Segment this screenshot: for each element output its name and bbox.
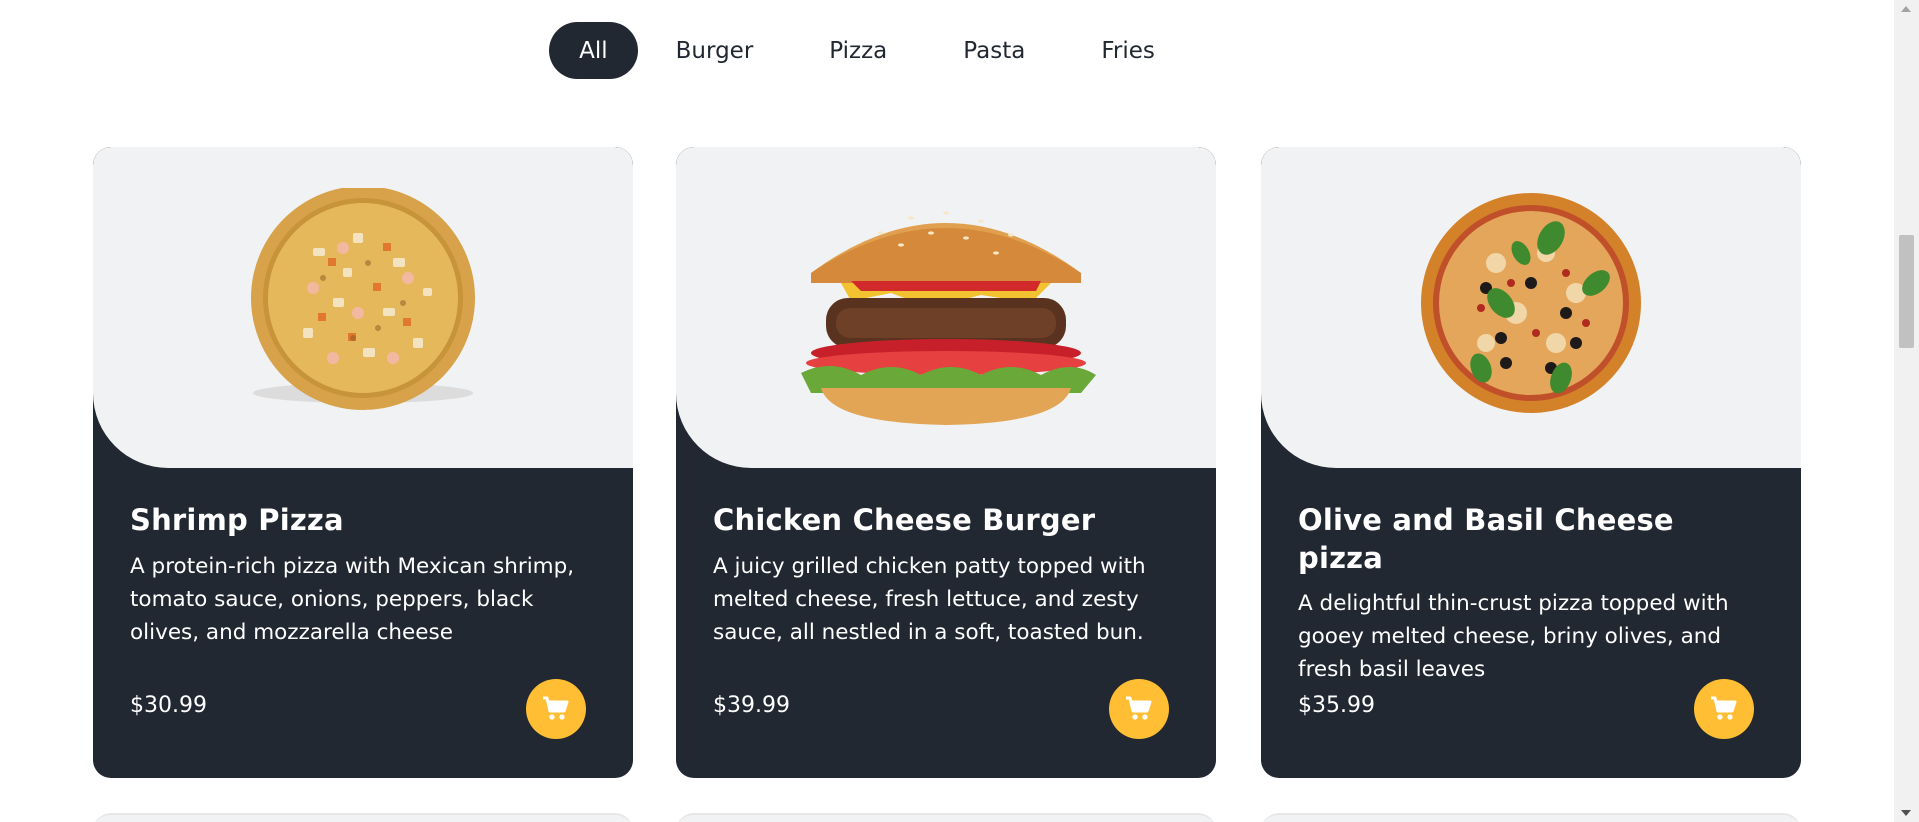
next-row-card bbox=[676, 813, 1216, 822]
card-title: Olive and Basil Cheese pizza bbox=[1298, 503, 1674, 575]
card-title: Shrimp Pizza bbox=[130, 503, 344, 537]
card-description: A protein-rich pizza with Mexican shrimp… bbox=[130, 553, 575, 645]
filter-tab-fries[interactable]: Fries bbox=[1063, 22, 1193, 79]
card-price: $35.99 bbox=[1298, 693, 1375, 718]
next-row-card bbox=[93, 813, 633, 822]
page-viewport: All Burger Pizza Pasta Fries Shrimp Pizz… bbox=[0, 0, 1894, 822]
filter-tab-pasta[interactable]: Pasta bbox=[925, 22, 1063, 79]
next-row-card bbox=[1261, 813, 1801, 822]
filter-tab-list: All Burger Pizza Pasta Fries bbox=[549, 22, 1193, 79]
card-image-box bbox=[1261, 147, 1801, 468]
menu-card-olive-basil-pizza: Olive and Basil Cheese pizza A delightfu… bbox=[1261, 147, 1801, 778]
filter-tab-burger[interactable]: Burger bbox=[638, 22, 792, 79]
scroll-up-arrow-icon[interactable] bbox=[1901, 6, 1911, 12]
cart-icon bbox=[1711, 696, 1737, 720]
card-detail: Chicken Cheese Burger A juicy grilled ch… bbox=[713, 502, 1179, 649]
card-detail: Olive and Basil Cheese pizza A delightfu… bbox=[1298, 502, 1764, 686]
vertical-scrollbar[interactable] bbox=[1894, 0, 1919, 822]
burger-image bbox=[801, 210, 1096, 425]
filter-tab-all[interactable]: All bbox=[549, 22, 638, 79]
filter-tab-pizza[interactable]: Pizza bbox=[791, 22, 925, 79]
menu-card-shrimp-pizza: Shrimp Pizza A protein-rich pizza with M… bbox=[93, 147, 633, 778]
olive-basil-pizza-image bbox=[1421, 192, 1641, 413]
card-price: $39.99 bbox=[713, 693, 790, 718]
shrimp-pizza-image bbox=[251, 187, 475, 410]
card-description: A delightful thin-crust pizza topped wit… bbox=[1298, 591, 1729, 683]
menu-card-chicken-cheese-burger: Chicken Cheese Burger A juicy grilled ch… bbox=[676, 147, 1216, 778]
card-image-box bbox=[93, 147, 633, 468]
card-description: A juicy grilled chicken patty topped wit… bbox=[713, 553, 1146, 645]
card-detail: Shrimp Pizza A protein-rich pizza with M… bbox=[130, 502, 596, 649]
scrollbar-thumb[interactable] bbox=[1899, 235, 1914, 348]
menu-filters: All Burger Pizza Pasta Fries bbox=[0, 22, 1894, 79]
add-to-cart-button[interactable] bbox=[526, 679, 586, 739]
scroll-down-arrow-icon[interactable] bbox=[1901, 810, 1911, 816]
card-image-box bbox=[676, 147, 1216, 468]
add-to-cart-button[interactable] bbox=[1109, 679, 1169, 739]
card-title: Chicken Cheese Burger bbox=[713, 503, 1096, 537]
cart-icon bbox=[543, 696, 569, 720]
add-to-cart-button[interactable] bbox=[1694, 679, 1754, 739]
card-price: $30.99 bbox=[130, 693, 207, 718]
cart-icon bbox=[1126, 696, 1152, 720]
